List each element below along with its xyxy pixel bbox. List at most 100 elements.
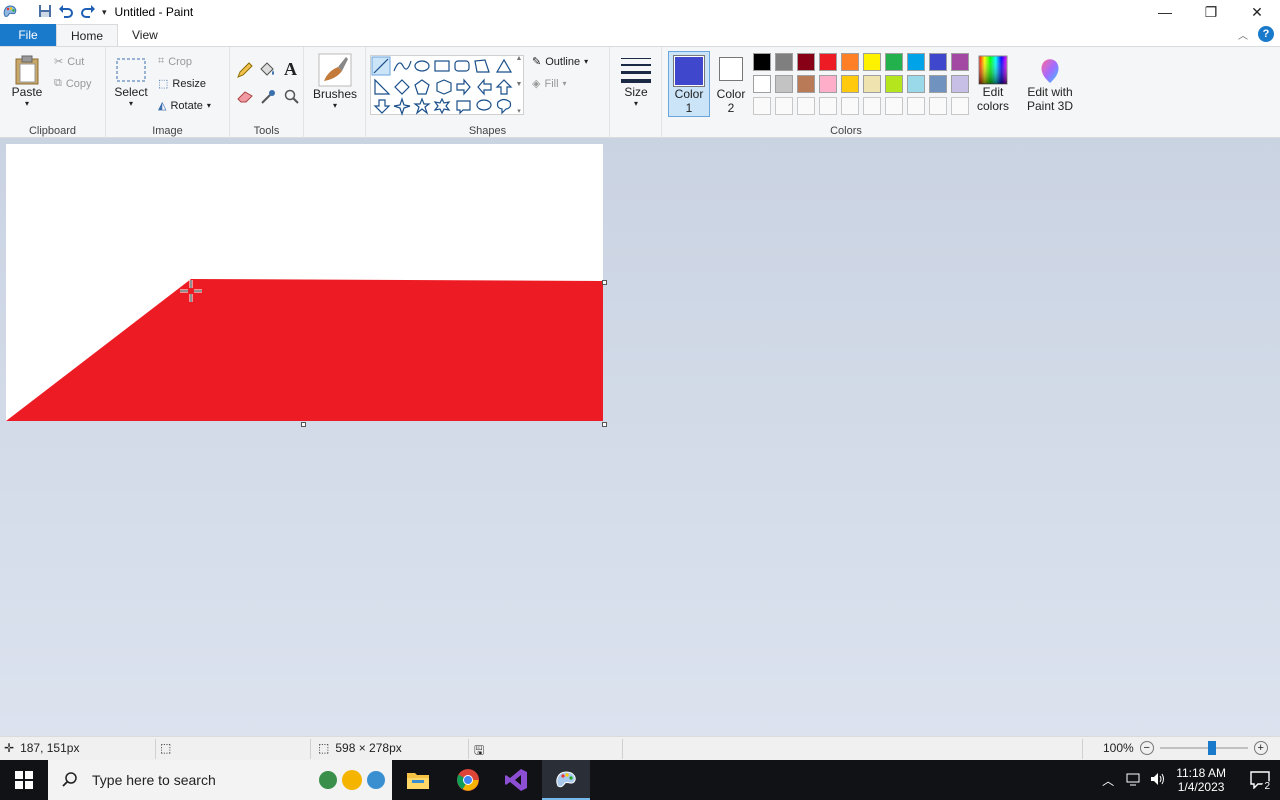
palette-swatch[interactable]: [753, 75, 771, 93]
help-icon[interactable]: ?: [1258, 26, 1274, 42]
palette-swatch[interactable]: [951, 75, 969, 93]
resize-handle-bottom[interactable]: [301, 422, 306, 427]
custom-color-slot[interactable]: [819, 97, 837, 115]
taskbar-file-explorer[interactable]: [394, 760, 442, 800]
taskbar-chrome[interactable]: [444, 760, 492, 800]
weather-widget-icon[interactable]: [314, 764, 390, 799]
magnifier-icon[interactable]: [284, 89, 300, 108]
palette-swatch[interactable]: [885, 53, 903, 71]
collapse-ribbon-icon[interactable]: ︿: [1238, 27, 1248, 42]
fill-bucket-icon[interactable]: [258, 61, 276, 82]
palette-swatch[interactable]: [885, 75, 903, 93]
tab-file[interactable]: File: [0, 24, 56, 46]
shapes-scroll-up-icon[interactable]: ▲: [516, 55, 523, 62]
scissors-icon: ✂: [54, 56, 64, 68]
status-separator: [155, 739, 156, 759]
shapes-gallery-icons[interactable]: [371, 56, 525, 116]
fill-button[interactable]: ◈ Fill ▾: [532, 77, 567, 91]
zoom-slider-thumb[interactable]: [1207, 741, 1216, 755]
custom-color-slot[interactable]: [753, 97, 771, 115]
palette-swatch[interactable]: [753, 53, 771, 71]
taskbar: Type here to search ︿ 11:18 AM 1/4/2023 …: [0, 760, 1280, 800]
paste-button[interactable]: Paste ▾: [10, 55, 44, 108]
redo-icon[interactable]: [80, 4, 96, 21]
color1-button[interactable]: Color 1: [668, 51, 710, 117]
palette-swatch[interactable]: [863, 53, 881, 71]
custom-color-slot[interactable]: [929, 97, 947, 115]
zoom-out-icon[interactable]: −: [1139, 741, 1154, 755]
canvas-area[interactable]: [0, 138, 1280, 736]
edit-colors-button[interactable]: Edit colors: [972, 55, 1014, 113]
clock[interactable]: 11:18 AM 1/4/2023: [1176, 766, 1226, 794]
shapes-expand-icon[interactable]: ▾: [517, 107, 521, 115]
resize-handle-corner[interactable]: [602, 422, 607, 427]
close-button[interactable]: ✕: [1234, 0, 1280, 24]
color1-swatch: [673, 55, 705, 87]
palette-swatch[interactable]: [863, 75, 881, 93]
red-polygon-shape[interactable]: [6, 144, 603, 421]
zoom-slider[interactable]: [1159, 741, 1248, 755]
save-icon[interactable]: [38, 4, 52, 21]
palette-swatch[interactable]: [951, 53, 969, 71]
palette-swatch[interactable]: [775, 53, 793, 71]
minimize-button[interactable]: —: [1142, 0, 1188, 24]
brushes-button[interactable]: Brushes ▾: [312, 53, 358, 110]
color-picker-icon[interactable]: [260, 89, 276, 108]
text-tool-icon[interactable]: A: [284, 59, 297, 80]
resize-button[interactable]: ⬚ Resize: [158, 77, 206, 91]
custom-color-slot[interactable]: [907, 97, 925, 115]
customize-quick-access-icon[interactable]: ▾: [102, 7, 107, 18]
edit-with-paint3d-button[interactable]: Edit with Paint 3D: [1022, 55, 1078, 113]
shapes-scroll-down-icon[interactable]: ▼: [516, 81, 523, 88]
palette-swatch[interactable]: [819, 75, 837, 93]
palette-swatch[interactable]: [797, 75, 815, 93]
custom-color-slot[interactable]: [863, 97, 881, 115]
ribbon: Paste ▾ ✂ Cut ⧉ Copy Clipboard Select ▾ …: [0, 46, 1280, 139]
palette-swatch[interactable]: [907, 75, 925, 93]
taskbar-visual-studio[interactable]: [492, 760, 540, 800]
palette-swatch[interactable]: [775, 75, 793, 93]
palette-swatch[interactable]: [841, 75, 859, 93]
custom-color-slot[interactable]: [841, 97, 859, 115]
taskbar-paint[interactable]: [542, 760, 590, 800]
select-button[interactable]: Select ▾: [114, 57, 148, 108]
crop-button[interactable]: ⌗ Crop: [158, 55, 192, 68]
custom-color-slot[interactable]: [775, 97, 793, 115]
color2-button[interactable]: Color 2: [712, 57, 750, 115]
cut-button[interactable]: ✂ Cut: [54, 55, 84, 69]
taskbar-search[interactable]: Type here to search: [48, 760, 392, 800]
shapes-scroll[interactable]: ▲ ▼ ▾: [514, 55, 524, 115]
restore-button[interactable]: ❐: [1188, 0, 1234, 24]
undo-icon[interactable]: [58, 4, 74, 21]
zoom-in-icon[interactable]: +: [1253, 741, 1268, 755]
palette-swatch[interactable]: [929, 53, 947, 71]
network-icon[interactable]: [1126, 772, 1142, 789]
custom-color-slot[interactable]: [951, 97, 969, 115]
clipboard-group: Paste ▾ ✂ Cut ⧉ Copy Clipboard: [0, 47, 106, 139]
show-hidden-icons-icon[interactable]: ︿: [1102, 772, 1114, 789]
resize-handle-right[interactable]: [602, 280, 607, 285]
rotate-button[interactable]: ◭ Rotate ▾: [158, 99, 211, 113]
palette-swatch[interactable]: [819, 53, 837, 71]
volume-icon[interactable]: [1150, 772, 1166, 789]
custom-color-slot[interactable]: [885, 97, 903, 115]
size-button[interactable]: Size ▾: [618, 55, 654, 108]
palette-swatch[interactable]: [907, 53, 925, 71]
copy-button[interactable]: ⧉ Copy: [54, 77, 92, 90]
cursor-position: ✛ 187, 151px: [4, 741, 80, 755]
palette-swatch[interactable]: [797, 53, 815, 71]
custom-color-slot[interactable]: [797, 97, 815, 115]
shapes-gallery: [370, 55, 525, 116]
pencil-icon[interactable]: [236, 61, 254, 82]
notification-center-button[interactable]: 2: [1240, 760, 1280, 800]
palette-swatch[interactable]: [929, 75, 947, 93]
tab-view[interactable]: View: [118, 24, 172, 46]
paint3d-icon: [1041, 59, 1059, 83]
start-button[interactable]: [0, 760, 48, 800]
selection-info: ⬚: [160, 741, 171, 755]
drawing-canvas[interactable]: [6, 144, 603, 421]
tab-home[interactable]: Home: [56, 24, 119, 46]
eraser-icon[interactable]: [236, 89, 254, 106]
outline-button[interactable]: ✎ Outline ▾: [532, 55, 588, 69]
palette-swatch[interactable]: [841, 53, 859, 71]
